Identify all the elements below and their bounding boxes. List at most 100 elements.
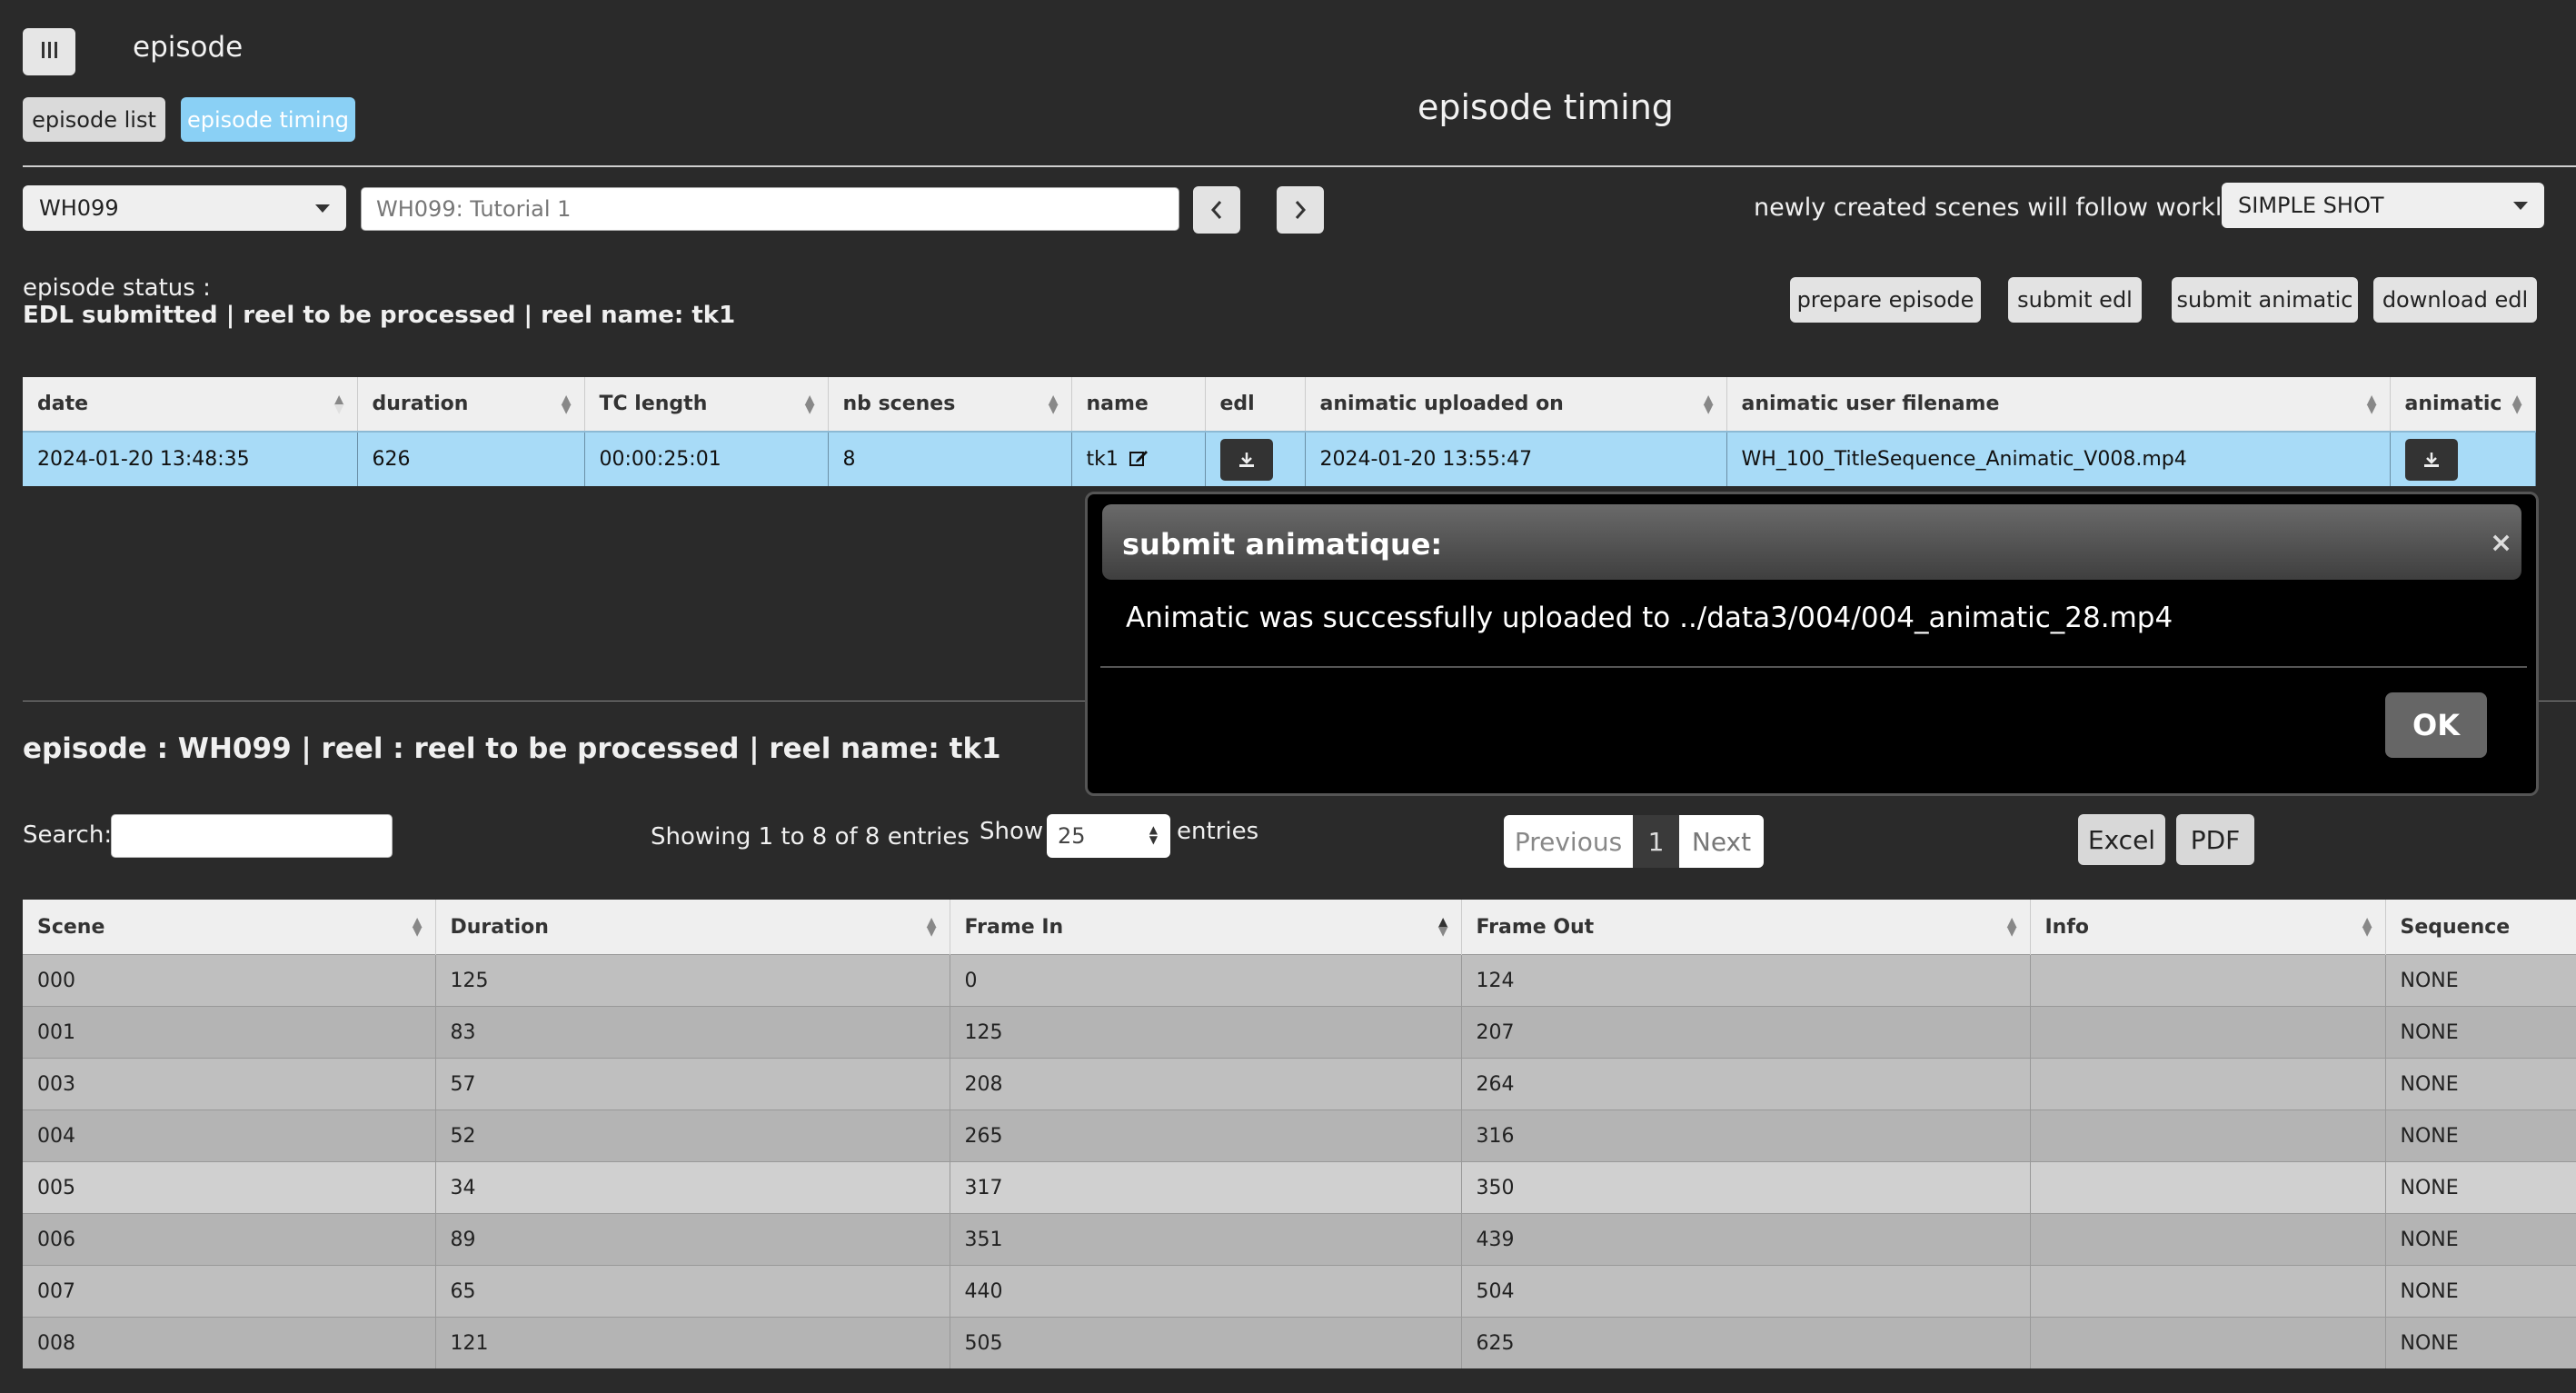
table-row[interactable]: 006 89 351 439 NONE <box>23 1213 2576 1266</box>
close-icon[interactable]: × <box>2490 527 2512 559</box>
sort-icon: ▲ ▼ <box>561 392 572 416</box>
cell-frame-in: 351 <box>950 1213 1462 1266</box>
previous-episode-button[interactable] <box>1193 186 1240 234</box>
cell-scene: 001 <box>23 1006 436 1059</box>
cell-frame-in: 208 <box>950 1058 1462 1110</box>
sort-icon: ▲ ▼ <box>2006 915 2017 939</box>
column-header-frame-out[interactable]: Frame Out ▲ ▼ <box>1461 900 2031 955</box>
cell-sequence: NONE <box>2385 954 2576 1007</box>
cell-frame-in: 125 <box>950 1006 1462 1059</box>
tab-episode-timing[interactable]: episode timing <box>181 97 355 142</box>
cell-duration: 65 <box>435 1265 950 1318</box>
column-header-animatic-uploaded-on[interactable]: animatic uploaded on ▲ ▼ <box>1305 377 1727 432</box>
column-header-sequence[interactable]: Sequence <box>2385 900 2576 955</box>
table-row[interactable]: 007 65 440 504 NONE <box>23 1265 2576 1318</box>
column-header-edl: edl <box>1205 377 1306 432</box>
column-header-frame-in[interactable]: Frame In ▲ ▼ <box>950 900 1462 955</box>
menu-icon <box>40 42 59 62</box>
column-header-name: name <box>1071 377 1206 432</box>
column-header-duration[interactable]: Duration ▲ ▼ <box>435 900 950 955</box>
ok-button[interactable]: OK <box>2385 692 2487 758</box>
episode-select[interactable]: WH099 <box>23 185 346 231</box>
column-header-nb-scenes[interactable]: nb scenes ▲ ▼ <box>828 377 1072 432</box>
submit-animatic-button[interactable]: submit animatic <box>2172 277 2358 323</box>
cell-info <box>2030 1006 2386 1059</box>
cell-info <box>2030 954 2386 1007</box>
search-input[interactable] <box>111 814 393 858</box>
cell-frame-out: 316 <box>1461 1109 2031 1162</box>
workflow-select-value: SIMPLE SHOT <box>2238 193 2384 218</box>
cell-info <box>2030 1109 2386 1162</box>
cell-animatic-filename: WH_100_TitleSequence_Animatic_V008.mp4 <box>1726 431 2391 486</box>
cell-sequence: NONE <box>2385 1161 2576 1214</box>
search-label: Search: <box>23 821 113 849</box>
page-length-value: 25 <box>1058 823 1086 849</box>
column-header-info[interactable]: Info ▲ ▼ <box>2030 900 2386 955</box>
submit-edl-button[interactable]: submit edl <box>2008 277 2142 323</box>
menu-button[interactable] <box>23 28 75 75</box>
pagination-previous[interactable]: Previous <box>1504 815 1633 868</box>
cell-info <box>2030 1161 2386 1214</box>
table-row[interactable]: 2024-01-20 13:48:35 626 00:00:25:01 8 tk… <box>23 431 2536 486</box>
table-row[interactable]: 001 83 125 207 NONE <box>23 1006 2576 1059</box>
workflow-select[interactable]: SIMPLE SHOT <box>2222 183 2544 228</box>
column-header-tc-length[interactable]: TC length ▲ ▼ <box>584 377 829 432</box>
spinner-icon: ▲ ▼ <box>1149 823 1158 846</box>
cell-sequence: NONE <box>2385 1265 2576 1318</box>
next-episode-button[interactable] <box>1277 186 1324 234</box>
cell-frame-out: 625 <box>1461 1317 2031 1368</box>
table-row[interactable]: 004 52 265 316 NONE <box>23 1109 2576 1162</box>
column-header-duration[interactable]: duration ▲ ▼ <box>357 377 585 432</box>
episode-name-placeholder: WH099: Tutorial 1 <box>376 196 572 222</box>
download-edl-button[interactable]: download edl <box>2373 277 2537 323</box>
episode-select-value: WH099 <box>39 195 119 221</box>
cell-tc-length: 00:00:25:01 <box>584 431 829 486</box>
export-excel-button[interactable]: Excel <box>2078 814 2165 865</box>
section-title: episode : WH099 | reel : reel to be proc… <box>23 732 1001 765</box>
cell-frame-out: 207 <box>1461 1006 2031 1059</box>
cell-frame-in: 505 <box>950 1317 1462 1368</box>
cell-frame-in: 440 <box>950 1265 1462 1318</box>
cell-frame-out: 124 <box>1461 954 2031 1007</box>
download-animatic-button[interactable] <box>2404 438 2458 481</box>
chevron-left-icon <box>1210 201 1222 219</box>
prepare-episode-button[interactable]: prepare episode <box>1790 277 1981 323</box>
dialog-divider <box>1100 666 2527 668</box>
edit-icon[interactable] <box>1129 448 1149 468</box>
pagination-next[interactable]: Next <box>1679 815 1764 868</box>
cell-animatic <box>2390 431 2536 486</box>
column-header-animatic[interactable]: animatic ▲ ▼ <box>2390 377 2536 432</box>
scenes-table: Scene ▲ ▼ Duration ▲ ▼ Frame In ▲ ▼ Frame Out ▲… <box>23 900 2576 1368</box>
export-pdf-button[interactable]: PDF <box>2176 814 2254 865</box>
cell-edl <box>1205 431 1306 486</box>
cell-duration: 57 <box>435 1058 950 1110</box>
reel-name: tk1 <box>1086 448 1119 471</box>
table-row[interactable]: 005 34 317 350 NONE <box>23 1161 2576 1214</box>
cell-frame-out: 439 <box>1461 1213 2031 1266</box>
table-row[interactable]: 003 57 208 264 NONE <box>23 1058 2576 1110</box>
episode-name-input[interactable]: WH099: Tutorial 1 <box>361 187 1179 231</box>
app-title: episode <box>133 31 244 64</box>
header-divider <box>23 165 2576 167</box>
cell-scene: 000 <box>23 954 436 1007</box>
cell-duration: 626 <box>357 431 585 486</box>
chevron-right-icon <box>1295 201 1307 219</box>
table-row[interactable]: 008 121 505 625 NONE <box>23 1317 2576 1368</box>
cell-scene: 003 <box>23 1058 436 1110</box>
column-header-scene[interactable]: Scene ▲ ▼ <box>23 900 436 955</box>
pagination-page-1[interactable]: 1 <box>1633 815 1679 868</box>
episode-timing-table: date ▲ ▼ duration ▲ ▼ TC length ▲ ▼ nb scenes ▲… <box>23 377 2536 486</box>
sort-icon: ▲ ▼ <box>412 915 423 939</box>
episode-status-label: episode status : <box>23 274 211 302</box>
tab-episode-list[interactable]: episode list <box>23 97 165 142</box>
table-row[interactable]: 000 125 0 124 NONE <box>23 954 2576 1007</box>
cell-scene: 004 <box>23 1109 436 1162</box>
download-edl-row-button[interactable] <box>1219 438 1273 481</box>
page-title: episode timing <box>1417 87 1674 127</box>
column-header-animatic-user-filename[interactable]: animatic user filename ▲ ▼ <box>1726 377 2391 432</box>
column-header-date[interactable]: date ▲ ▼ <box>23 377 358 432</box>
cell-duration: 52 <box>435 1109 950 1162</box>
page-length-select[interactable]: 25 ▲ ▼ <box>1047 814 1170 858</box>
dialog-message: Animatic was successfully uploaded to ..… <box>1126 602 2173 634</box>
cell-info <box>2030 1213 2386 1266</box>
